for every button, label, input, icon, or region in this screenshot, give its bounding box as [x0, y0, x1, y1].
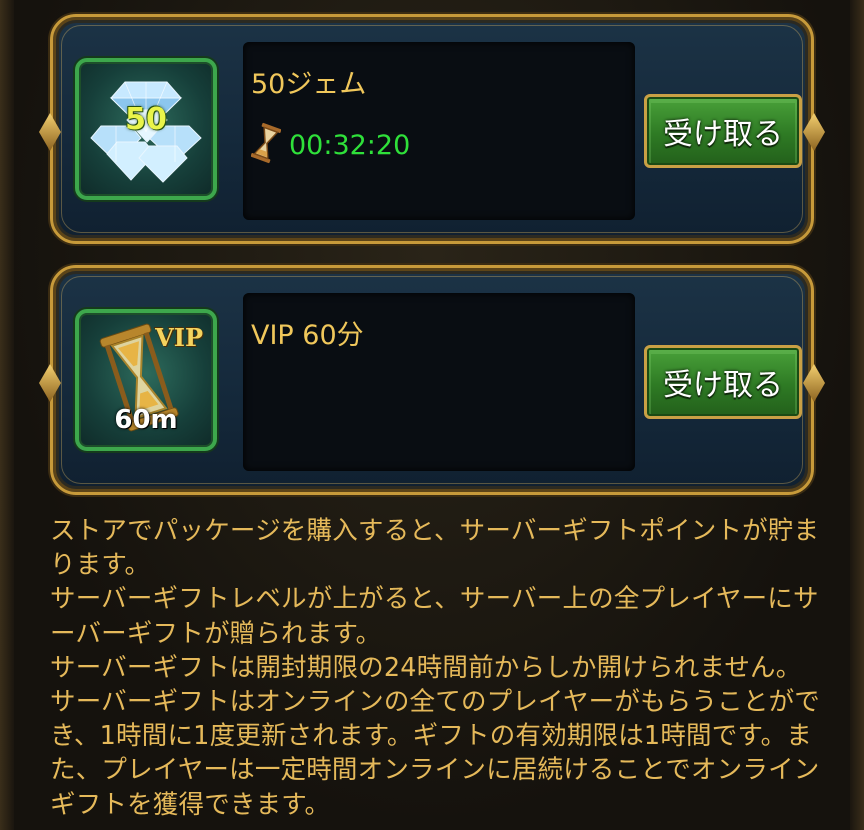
reward-info-panel: 50ジェム 00:32:20 [243, 42, 635, 220]
reward-title: 50ジェム [251, 69, 367, 100]
right-frame-edge [850, 0, 864, 830]
reward-card-gems: 50 50ジェム 00:32:20 受け取る [39, 14, 825, 244]
reward-card-vip: VIP 60m VIP 60分 受け取る [39, 265, 825, 495]
description-paragraph: サーバーギフトは開封期限の24時間前からしか開けられません。サーバーギフトはオン… [50, 652, 820, 820]
server-gift-description: ストアでパッケージを購入すると、サーバーギフトポイントが貯まります。 サーバーギ… [50, 514, 820, 822]
claim-button-vip[interactable]: 受け取る [644, 345, 802, 419]
description-paragraph: ストアでパッケージを購入すると、サーバーギフトポイントが貯まります。 [50, 516, 820, 581]
reward-info-panel: VIP 60分 [243, 293, 635, 471]
countdown-row: 00:32:20 [250, 122, 411, 168]
duration-badge: 60m [114, 405, 178, 435]
vip-badge: VIP [155, 323, 203, 352]
claim-button-gems[interactable]: 受け取る [644, 94, 802, 168]
vip-hourglass-icon: VIP 60m [75, 309, 217, 451]
countdown-timer: 00:32:20 [289, 129, 411, 161]
description-paragraph: サーバーギフトレベルが上がると、サーバー上の全プレイヤーにサーバーギフトが贈られ… [50, 584, 819, 649]
reward-title: VIP 60分 [251, 320, 364, 351]
diamond-gems-icon: 50 [75, 58, 217, 200]
gem-count-badge: 50 [125, 102, 167, 137]
left-frame-edge [0, 0, 14, 830]
hourglass-icon [250, 122, 282, 168]
